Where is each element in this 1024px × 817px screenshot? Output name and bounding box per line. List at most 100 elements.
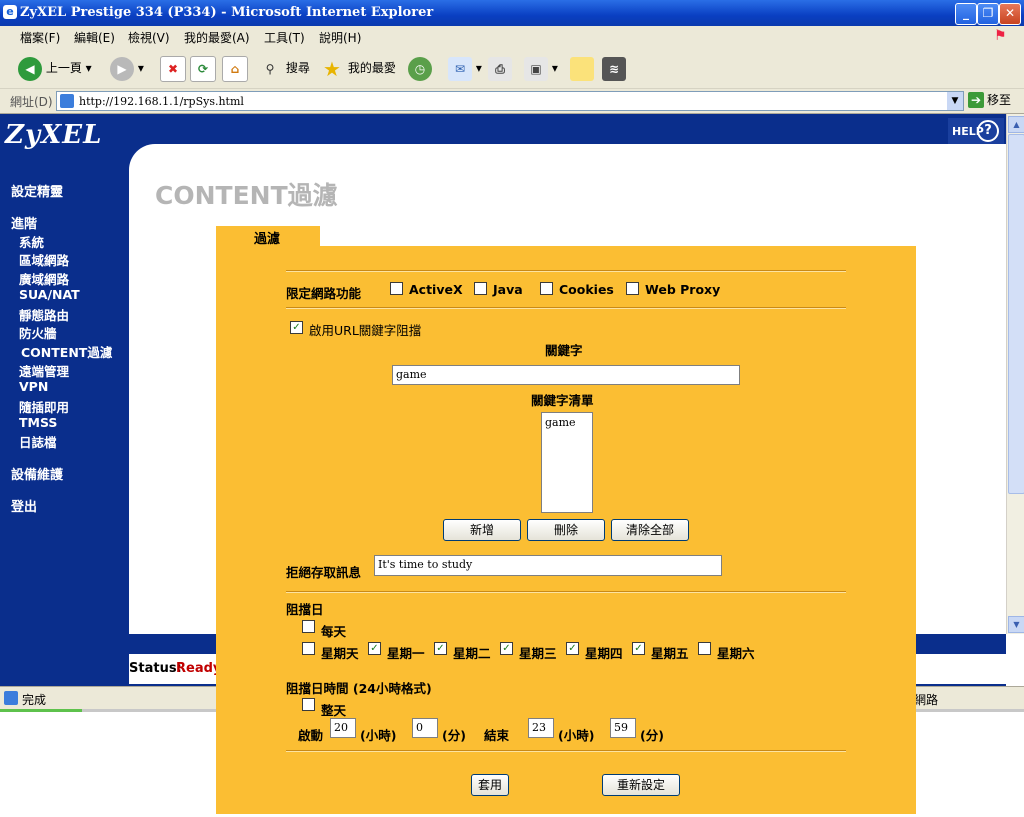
menu-help[interactable]: 說明(H)	[319, 29, 361, 46]
clear-all-button[interactable]: 清除全部	[611, 519, 689, 541]
forward-button[interactable]: ▶ ▾	[110, 55, 144, 81]
nav-item-tmss[interactable]: TMSS	[19, 415, 57, 430]
everyday-label: 每天	[321, 624, 347, 639]
wednesday-checkbox[interactable]: ✓	[500, 642, 513, 655]
refresh-icon: ⟳	[190, 55, 216, 82]
nav-item-sua-nat[interactable]: SUA/NAT	[19, 287, 80, 302]
menu-edit[interactable]: 編輯(E)	[74, 29, 115, 46]
saturday-checkbox[interactable]	[698, 642, 711, 655]
activex-label: ActiveX	[409, 282, 463, 297]
history-button[interactable]: ◷	[408, 55, 432, 81]
start-hour-input[interactable]: 20	[330, 718, 356, 738]
menu-favorites[interactable]: 我的最愛(A)	[184, 29, 250, 46]
monday-checkbox[interactable]: ✓	[368, 642, 381, 655]
add-button[interactable]: 新增	[443, 519, 521, 541]
nav-item-wan[interactable]: 廣域網路	[19, 269, 69, 288]
address-input[interactable]: http://192.168.1.1/rpSys.html ▼	[56, 91, 964, 111]
ie-icon: e	[3, 5, 17, 19]
edit-button[interactable]: ▣ ▾	[524, 55, 558, 81]
reset-button[interactable]: 重新設定	[602, 774, 680, 796]
restore-icon[interactable]: ❐	[977, 3, 999, 25]
keyword-input[interactable]: game	[392, 365, 740, 385]
menu-tools[interactable]: 工具(T)	[264, 29, 305, 46]
scroll-down-icon[interactable]: ▼	[1008, 616, 1024, 633]
window-title: ZyXEL Prestige 334 (P334) - Microsoft In…	[20, 5, 434, 20]
cookies-label: Cookies	[559, 282, 614, 297]
allday-checkbox[interactable]	[302, 698, 315, 711]
help-button[interactable]: HELP ?	[948, 118, 1004, 144]
nav-item-lan[interactable]: 區域網路	[19, 250, 69, 269]
nav-wizard[interactable]: 設定精靈	[11, 181, 63, 200]
scroll-thumb[interactable]	[1008, 134, 1024, 494]
enable-url-checkbox[interactable]: ✓	[290, 321, 303, 334]
activex-checkbox[interactable]	[390, 282, 403, 295]
start-min-input[interactable]: 0	[412, 718, 438, 738]
menu-file[interactable]: 檔案(F)	[20, 29, 60, 46]
start-hour-unit: (小時)	[360, 728, 397, 743]
block-day-label: 阻擋日	[286, 602, 324, 617]
delete-button[interactable]: 刪除	[527, 519, 605, 541]
mail-icon: ✉	[448, 56, 472, 81]
content-filter-form: 限定網路功能 ActiveX Java Cookies Web Proxy ✓ …	[216, 246, 916, 814]
nav-logout[interactable]: 登出	[11, 496, 37, 515]
end-hour-input[interactable]: 23	[528, 718, 554, 738]
cookies-checkbox[interactable]	[540, 282, 553, 295]
go-button[interactable]: ➔ 移至	[968, 91, 1011, 108]
home-button[interactable]: ⌂	[222, 55, 248, 82]
allday-label: 整天	[321, 703, 347, 718]
menu-view[interactable]: 檢視(V)	[128, 29, 170, 46]
back-button[interactable]: ◀ 上一頁 ▾	[18, 55, 92, 81]
divider	[286, 307, 846, 309]
page-done-icon	[4, 691, 18, 705]
sunday-checkbox[interactable]	[302, 642, 315, 655]
search-button[interactable]: ⚲ 搜尋	[258, 55, 310, 81]
monday-label: 星期一	[387, 646, 425, 661]
address-url: http://192.168.1.1/rpSys.html	[79, 95, 244, 108]
vertical-scrollbar[interactable]: ▲ ▼	[1006, 114, 1024, 634]
nav-item-remote-mgmt[interactable]: 遠端管理	[19, 361, 69, 380]
list-item[interactable]: game	[545, 416, 589, 429]
print-button[interactable]: ⎙	[488, 55, 512, 81]
window-title-bar[interactable]: e ZyXEL Prestige 334 (P334) - Microsoft …	[0, 0, 1024, 26]
status-done: 完成	[22, 693, 47, 707]
thursday-checkbox[interactable]: ✓	[566, 642, 579, 655]
nav-maintenance[interactable]: 設備維護	[11, 464, 63, 483]
home-icon: ⌂	[222, 55, 248, 82]
page-icon	[60, 94, 74, 108]
nav-item-static-route[interactable]: 靜態路由	[19, 305, 69, 324]
messenger-button[interactable]: ≋	[602, 55, 626, 81]
refresh-button[interactable]: ⟳	[190, 55, 216, 82]
nav-item-vpn[interactable]: VPN	[19, 379, 48, 394]
back-arrow-icon: ◀	[18, 56, 42, 81]
nav-item-content-filter[interactable]: CONTENT過濾	[21, 342, 112, 361]
friday-checkbox[interactable]: ✓	[632, 642, 645, 655]
nav-advanced[interactable]: 進階	[11, 213, 37, 232]
forward-arrow-icon: ▶	[110, 56, 134, 81]
nav-item-firewall[interactable]: 防火牆	[19, 323, 57, 342]
keyword-listbox[interactable]: game	[541, 412, 593, 513]
discuss-button[interactable]	[570, 55, 594, 81]
minimize-icon[interactable]: _	[955, 3, 977, 25]
sunday-label: 星期天	[321, 646, 359, 661]
close-icon[interactable]: ✕	[999, 3, 1021, 25]
zyxel-logo: ZyXEL	[5, 120, 103, 150]
end-min-input[interactable]: 59	[610, 718, 636, 738]
favorites-button[interactable]: ★ 我的最愛	[320, 55, 396, 81]
web-proxy-label: Web Proxy	[645, 282, 721, 297]
tuesday-checkbox[interactable]: ✓	[434, 642, 447, 655]
mail-button[interactable]: ✉ ▾	[448, 55, 482, 81]
stop-button[interactable]: ✖	[160, 55, 186, 82]
apply-button[interactable]: 套用	[471, 774, 509, 796]
web-proxy-checkbox[interactable]	[626, 282, 639, 295]
nav-item-log[interactable]: 日誌檔	[19, 432, 57, 451]
everyday-checkbox[interactable]	[302, 620, 315, 633]
divider	[286, 750, 846, 752]
deny-message-label: 拒絕存取訊息	[286, 565, 362, 580]
java-checkbox[interactable]	[474, 282, 487, 295]
deny-message-input[interactable]: It's time to study	[374, 555, 722, 576]
nav-item-upnp[interactable]: 隨插即用	[19, 397, 69, 416]
chevron-down-icon[interactable]: ▼	[947, 92, 963, 110]
tab-filter[interactable]: 過濾	[216, 226, 320, 248]
nav-item-system[interactable]: 系統	[19, 232, 44, 251]
scroll-up-icon[interactable]: ▲	[1008, 116, 1024, 133]
